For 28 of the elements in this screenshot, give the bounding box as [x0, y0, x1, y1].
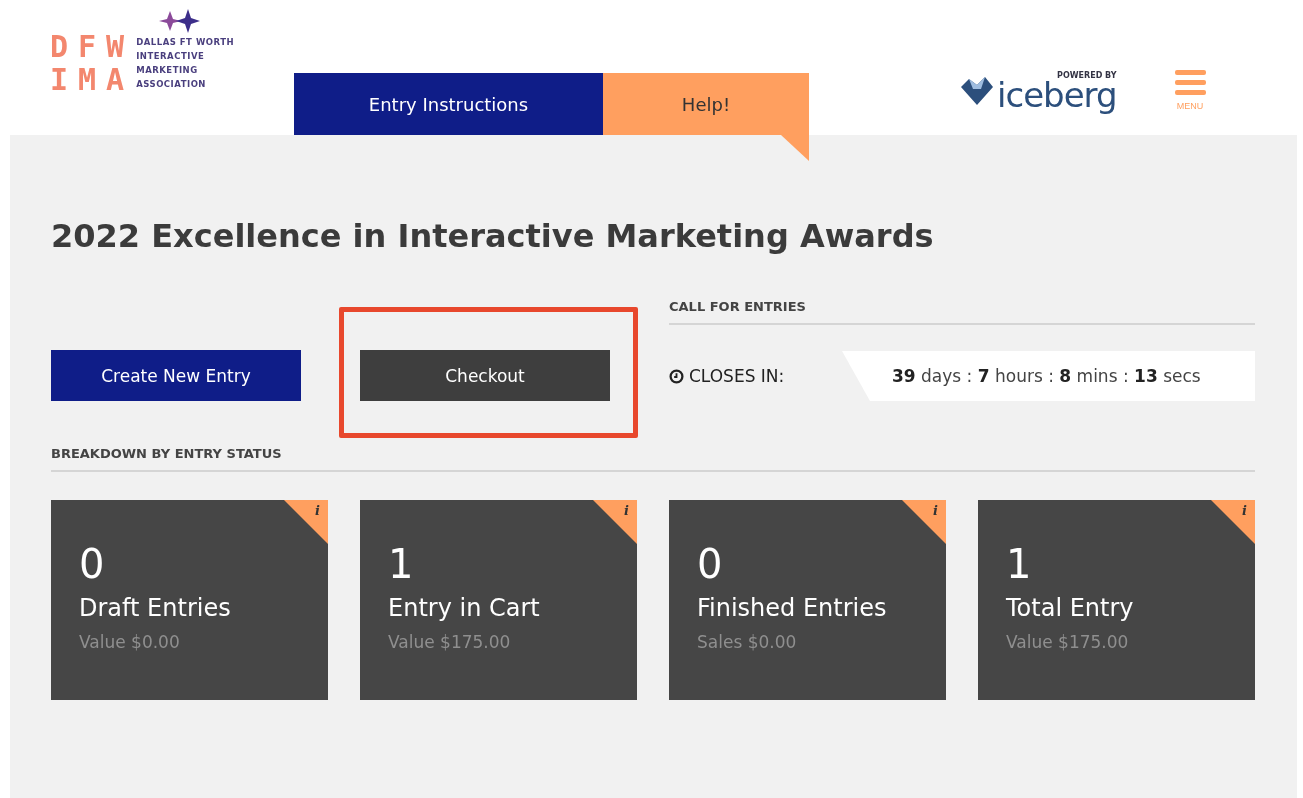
nav-tab[interactable]: Entry Instructions: [294, 73, 603, 135]
action-button[interactable]: Create New Entry: [51, 350, 301, 401]
card-detail: Value $175.00: [388, 632, 512, 652]
card-label: Draft Entries: [79, 594, 232, 622]
section-heading: CALL FOR ENTRIES: [669, 299, 1255, 325]
info-icon[interactable]: i: [902, 500, 946, 544]
card-count: 0: [697, 540, 724, 588]
card-count: 1: [388, 540, 415, 588]
logo-mark: DFW IMA: [50, 30, 135, 96]
card-label: Total Entry: [1006, 594, 1135, 622]
card-count: 0: [79, 540, 106, 588]
card-detail: Value $0.00: [79, 632, 181, 652]
card-count: 1: [1006, 540, 1033, 588]
card-detail: Sales $0.00: [697, 632, 798, 652]
info-icon[interactable]: i: [1211, 500, 1255, 544]
action-button[interactable]: Checkout: [360, 350, 610, 401]
card-label: Finished Entries: [697, 594, 888, 622]
card-detail: Value $175.00: [1006, 632, 1130, 652]
card-label: Entry in Cart: [388, 594, 541, 622]
clock-icon: [669, 368, 684, 384]
closes-label: CLOSES IN:: [689, 366, 786, 386]
section-heading: BREAKDOWN BY ENTRY STATUS: [51, 446, 1255, 472]
countdown: 39 days : 7 hours : 8 mins : 13 secs: [842, 351, 1255, 401]
logo-text: DALLAS FT WORTH INTERACTIVE MARKETING ASSOCIATION: [136, 36, 235, 91]
info-icon[interactable]: i: [593, 500, 637, 544]
page-title: 2022 Excellence in Interactive Marketing Awards: [51, 216, 935, 256]
sparkle-icon: [158, 9, 202, 33]
info-icon[interactable]: i: [284, 500, 328, 544]
